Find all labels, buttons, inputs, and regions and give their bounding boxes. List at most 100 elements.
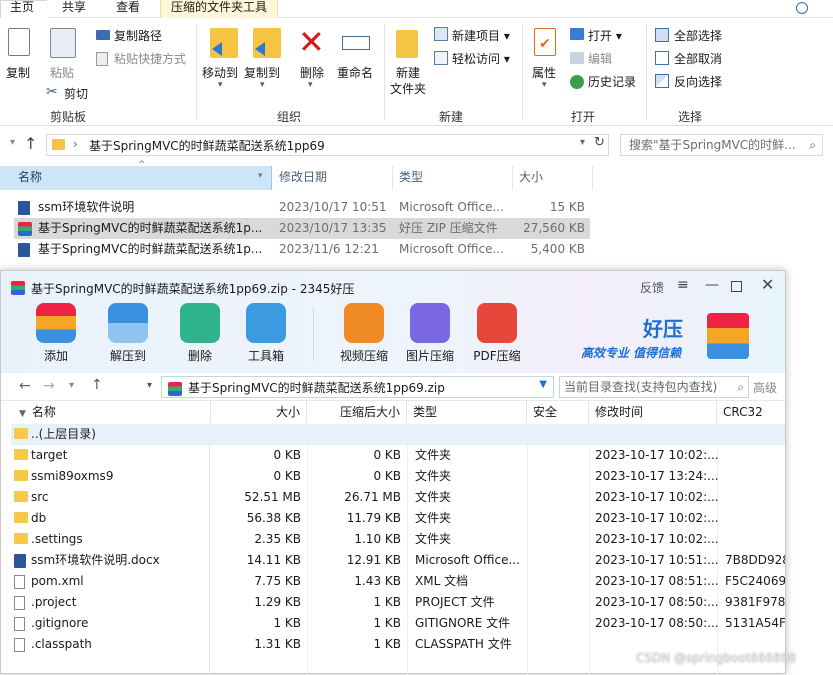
up-arrow-icon[interactable]: ↑ bbox=[24, 134, 37, 153]
rename-icon[interactable] bbox=[342, 36, 370, 50]
copy-to-icon[interactable] bbox=[253, 28, 281, 58]
file-size: 5,400 KB bbox=[530, 242, 585, 256]
edit-icon bbox=[570, 52, 584, 64]
menu-icon[interactable]: ≡ bbox=[677, 277, 689, 293]
move-to-icon[interactable] bbox=[210, 28, 238, 58]
invert-selection-button[interactable]: 反向选择 bbox=[674, 73, 722, 90]
advanced-search-link[interactable]: 高级 bbox=[753, 379, 777, 396]
extract-to-button[interactable]: 解压到 bbox=[99, 303, 157, 364]
file-row[interactable]: ssm环境软件说明 2023/10/17 10:51 Microsoft Offic… bbox=[14, 197, 590, 218]
add-label: 添加 bbox=[43, 349, 68, 363]
edit-button[interactable]: 编辑 bbox=[588, 50, 612, 67]
properties-icon[interactable]: ✔ bbox=[534, 28, 556, 56]
close-icon[interactable]: ✕ bbox=[761, 275, 774, 294]
minimize-icon[interactable]: — bbox=[705, 277, 719, 293]
collapse-ribbon-icon[interactable] bbox=[796, 2, 808, 14]
zip-column-header-packed[interactable]: 压缩后大小 bbox=[307, 401, 407, 423]
chevron-down-icon: ▾ bbox=[258, 171, 263, 181]
tab-compressed-folder-tools[interactable]: 压缩的文件夹工具 bbox=[160, 0, 279, 18]
zip-table-row[interactable]: db 56.38 KB 11.79 KB 文件夹 2023-10-17 10:02:..… bbox=[11, 508, 785, 529]
explorer-search-input[interactable]: 搜索"基于SpringMVC的时鲜... ⌕ bbox=[620, 134, 823, 156]
paste-icon[interactable] bbox=[50, 28, 76, 58]
zip-table-row[interactable]: ssmi89oxms9 0 KB 0 KB 文件夹 2023-10-17 13:24:.… bbox=[11, 466, 785, 487]
copy-icon[interactable] bbox=[8, 28, 30, 56]
zip-table-row[interactable]: src 52.51 MB 26.71 MB 文件夹 2023-10-17 10:02:.… bbox=[11, 487, 785, 508]
cut-button[interactable]: 剪切 bbox=[64, 85, 88, 102]
properties-button[interactable]: 属性 bbox=[532, 64, 556, 81]
tab-view[interactable]: 查看 bbox=[106, 0, 150, 18]
zip-table-row[interactable]: .settings 2.35 KB 1.10 KB 文件夹 2023-10-17 10:… bbox=[11, 529, 785, 550]
maximize-icon[interactable] bbox=[731, 281, 742, 292]
image-compress-button[interactable]: 图片压缩 bbox=[401, 303, 459, 364]
history-button[interactable]: 历史记录 bbox=[588, 73, 636, 90]
select-none-button[interactable]: 全部取消 bbox=[674, 50, 722, 67]
address-path-box[interactable]: › 基于SpringMVC的时鲜蔬菜配送系统1pp69 bbox=[46, 134, 609, 156]
select-all-button[interactable]: 全部选择 bbox=[674, 27, 722, 44]
easy-access-button[interactable]: 轻松访问 ▾ bbox=[452, 50, 510, 67]
rename-button[interactable]: 重命名 bbox=[337, 64, 373, 81]
delete-button[interactable]: 删除 bbox=[300, 64, 324, 81]
file-row[interactable]: 基于SpringMVC的时鲜蔬菜配送系统1p... 2023/11/6 12:21… bbox=[14, 239, 590, 260]
zip-column-header-name[interactable]: ▼ 名称 bbox=[11, 401, 211, 423]
extract-icon bbox=[108, 303, 148, 343]
path-history-chevron-icon[interactable]: ▾ bbox=[580, 137, 585, 148]
back-arrow-icon[interactable]: ← bbox=[19, 378, 31, 394]
zip-column-header-size[interactable]: 大小 bbox=[211, 401, 307, 423]
file-row[interactable]: 基于SpringMVC的时鲜蔬菜配送系统1p... 2023/10/17 13:3… bbox=[14, 218, 590, 239]
chevron-down-icon[interactable]: ▼ bbox=[539, 379, 547, 390]
video-icon bbox=[344, 303, 384, 343]
new-item-button[interactable]: 新建项目 ▾ bbox=[452, 27, 510, 44]
chevron-down-icon[interactable]: ▾ bbox=[147, 380, 152, 391]
open-button[interactable]: 打开 ▾ bbox=[588, 27, 622, 44]
zip-table-row[interactable]: target 0 KB 0 KB 文件夹 2023-10-17 10:02:... bbox=[11, 445, 785, 466]
zip-cell-packed: 1 KB bbox=[373, 595, 401, 609]
zip-column-name-label: 名称 bbox=[31, 405, 56, 419]
refresh-icon[interactable]: ↻ bbox=[594, 135, 605, 150]
tab-share[interactable]: 共享 bbox=[52, 0, 96, 18]
move-to-button[interactable]: 移动到 bbox=[202, 64, 238, 81]
new-folder-button-line1[interactable]: 新建 bbox=[396, 64, 420, 81]
zip-column-header-time[interactable]: 修改时间 bbox=[589, 401, 717, 423]
zip-path-box[interactable]: 基于SpringMVC的时鲜蔬菜配送系统1pp69.zip ▼ bbox=[161, 376, 554, 398]
new-folder-icon[interactable] bbox=[396, 30, 418, 58]
delete-icon[interactable]: ✕ bbox=[298, 22, 325, 62]
zip-table-row[interactable]: .project 1.29 KB 1 KB PROJECT 文件 2023-10-17 … bbox=[11, 592, 785, 613]
chevron-down-icon[interactable]: ▾ bbox=[69, 380, 74, 391]
pdf-compress-button[interactable]: PDF压缩 bbox=[468, 303, 526, 364]
copy-path-button[interactable]: 复制路径 bbox=[114, 27, 162, 44]
zip-column-header-type[interactable]: 类型 bbox=[407, 401, 527, 423]
zip-cell-packed: 1.43 KB bbox=[354, 574, 401, 588]
zip-cell-packed: 1 KB bbox=[373, 616, 401, 630]
explorer-search-placeholder: 搜索"基于SpringMVC的时鲜... bbox=[629, 138, 796, 152]
address-path[interactable]: 基于SpringMVC的时鲜蔬菜配送系统1pp69 bbox=[89, 137, 325, 154]
column-header-name[interactable]: 名称 bbox=[0, 166, 272, 190]
paste-shortcut-button[interactable]: 粘贴快捷方式 bbox=[114, 50, 186, 67]
paste-button[interactable]: 粘贴 bbox=[50, 64, 74, 81]
copy-to-button[interactable]: 复制到 bbox=[244, 64, 280, 81]
toolbox-button[interactable]: 工具箱 bbox=[237, 303, 295, 364]
breadcrumb-chevron-icon: › bbox=[73, 137, 78, 151]
zip-table-row[interactable]: ssm环境软件说明.docx 14.11 KB 12.91 KB Microsoft … bbox=[11, 550, 785, 571]
chevron-down-icon: ▾ bbox=[308, 80, 313, 90]
forward-arrow-icon[interactable]: → bbox=[43, 378, 55, 394]
column-header-type[interactable]: 类型 bbox=[393, 166, 513, 190]
copy-button[interactable]: 复制 bbox=[6, 64, 30, 81]
zip-delete-button[interactable]: 删除 bbox=[171, 303, 229, 364]
paste-shortcut-icon bbox=[96, 52, 108, 66]
zip-column-header-crc32[interactable]: CRC32 bbox=[717, 401, 785, 423]
zip-table-row[interactable]: .gitignore 1 KB 1 KB GITIGNORE 文件 2023-10-17… bbox=[11, 613, 785, 634]
add-button[interactable]: 添加 bbox=[27, 303, 85, 364]
ribbon: 复制 粘贴 复制路径 粘贴快捷方式 ✂ 剪切 剪贴板 移动到 ▾ 复制到 ▾ ✕… bbox=[0, 18, 833, 126]
up-arrow-icon[interactable]: ↑ bbox=[91, 377, 103, 393]
zip-table-row[interactable]: ..(上层目录) bbox=[11, 424, 785, 445]
column-header-size[interactable]: 大小 bbox=[513, 166, 593, 190]
chevron-down-icon[interactable]: ▾ bbox=[10, 137, 15, 148]
zip-table-row[interactable]: pom.xml 7.75 KB 1.43 KB XML 文档 2023-10-17 08… bbox=[11, 571, 785, 592]
feedback-link[interactable]: 反馈 bbox=[640, 279, 664, 296]
tab-home[interactable]: 主页 bbox=[0, 0, 44, 18]
video-compress-button[interactable]: 视频压缩 bbox=[335, 303, 393, 364]
zip-search-input[interactable]: 当前目录查找(支持包内查找) ⌕ bbox=[559, 376, 749, 398]
new-folder-button-line2[interactable]: 文件夹 bbox=[390, 80, 426, 97]
zip-column-header-security[interactable]: 安全 bbox=[527, 401, 589, 423]
column-header-date[interactable]: 修改日期 bbox=[273, 166, 393, 190]
